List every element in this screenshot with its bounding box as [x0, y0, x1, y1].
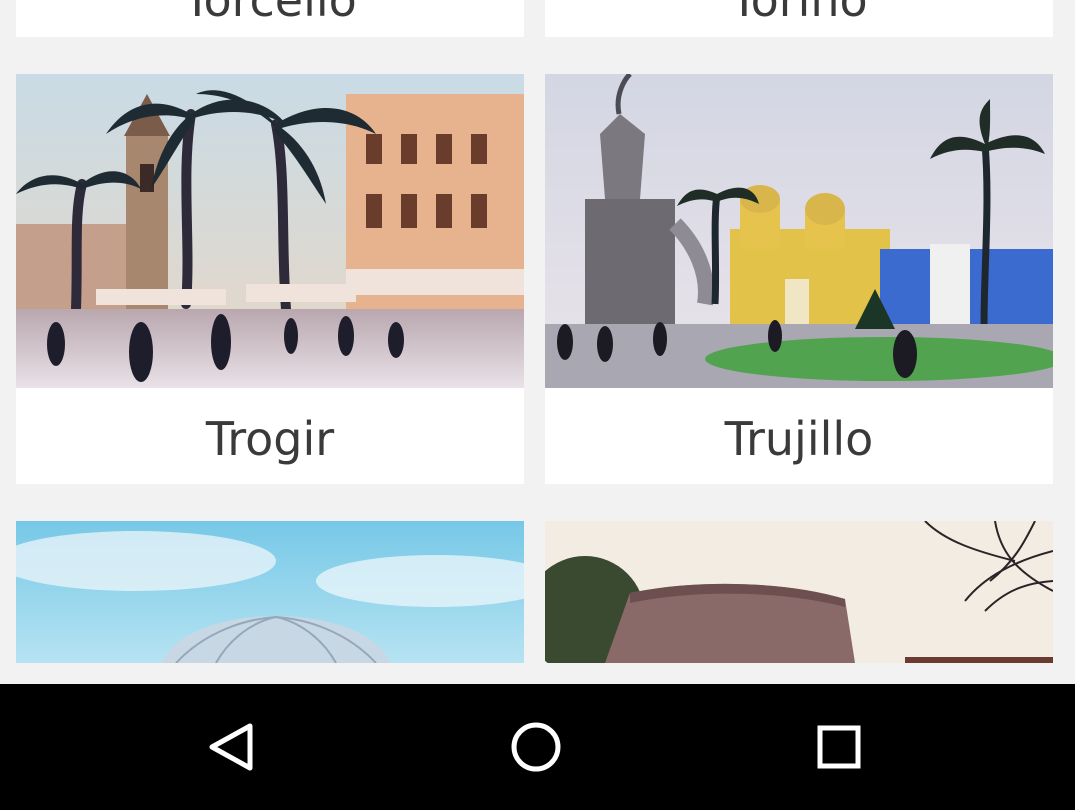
recents-button[interactable] [769, 684, 909, 810]
city-name: Torcello [183, 0, 357, 27]
city-name: Torino [730, 0, 868, 27]
city-card-row2-left[interactable] [16, 521, 524, 663]
navigation-bar [0, 684, 1075, 810]
home-button[interactable] [466, 684, 606, 810]
dome-building-photo [16, 521, 524, 663]
trogir-photo [16, 74, 524, 388]
city-card-torino[interactable]: Torino [545, 0, 1053, 37]
city-card-trogir[interactable]: Trogir [16, 74, 524, 484]
city-card-torcello[interactable]: Torcello [16, 0, 524, 37]
trujillo-photo [545, 74, 1053, 388]
city-card-row2-right[interactable] [545, 521, 1053, 663]
city-card-trujillo[interactable]: Trujillo [545, 74, 1053, 484]
back-button[interactable] [162, 684, 302, 810]
back-icon [209, 723, 253, 771]
home-icon [511, 722, 561, 772]
fortress-wall-photo [545, 521, 1053, 663]
city-name: Trogir [205, 412, 335, 466]
recents-icon [817, 725, 861, 769]
city-name: Trujillo [724, 412, 874, 466]
